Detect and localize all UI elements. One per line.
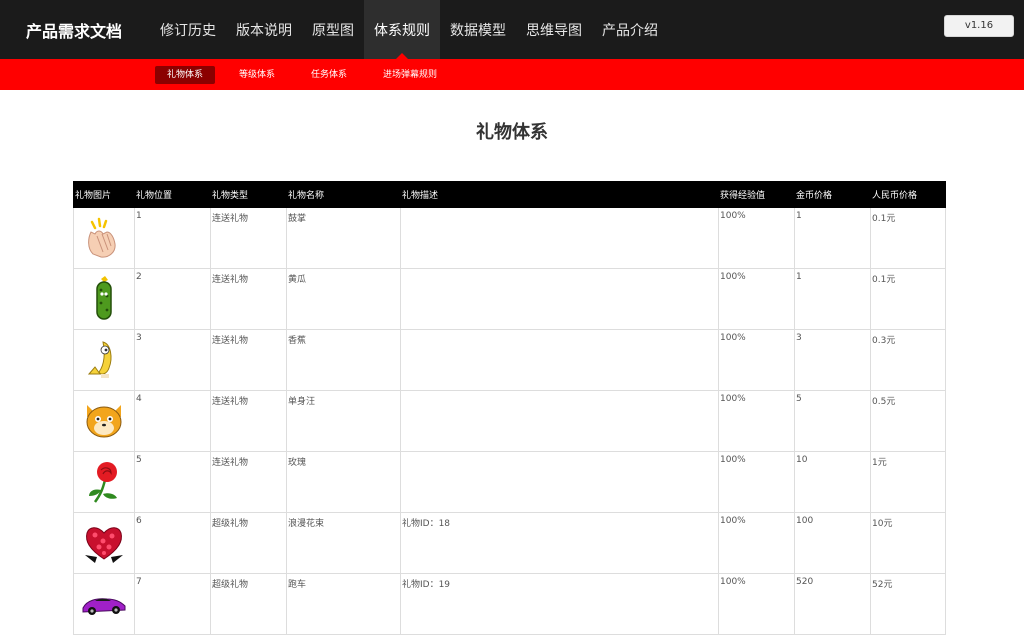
gift-position: 1 <box>134 207 211 269</box>
gift-position: 4 <box>134 390 211 452</box>
sub-nav: 礼物体系 等级体系 任务体系 进场弹幕规则 <box>155 66 461 84</box>
gift-image-cell <box>73 329 135 391</box>
gift-name: 玫瑰 <box>286 451 401 513</box>
top-navbar: 产品需求文档 修订历史 版本说明 原型图 体系规则 数据模型 思维导图 产品介绍… <box>0 0 1024 59</box>
gift-exp: 100% <box>718 390 795 452</box>
gift-table: 礼物图片 礼物位置 礼物类型 礼物名称 礼物描述 获得经验值 金币价格 人民币价… <box>73 181 946 635</box>
subnav-gift-system[interactable]: 礼物体系 <box>155 66 216 84</box>
gift-rmb-price: 10元 <box>870 512 946 574</box>
gift-coin-price: 100 <box>794 512 871 574</box>
gift-rmb-price: 0.1元 <box>870 268 946 330</box>
version-button[interactable]: v1.16 <box>944 15 1014 37</box>
gift-exp: 100% <box>718 329 795 391</box>
gift-type: 超级礼物 <box>210 573 287 635</box>
gift-rmb-price: 1元 <box>870 451 946 513</box>
gift-type: 连送礼物 <box>210 268 287 330</box>
col-header-position: 礼物位置 <box>134 181 211 208</box>
gift-image-cell <box>73 512 135 574</box>
gift-description <box>400 451 719 513</box>
gift-exp: 100% <box>718 268 795 330</box>
gift-type: 连送礼物 <box>210 207 287 269</box>
nav-item-system-rules[interactable]: 体系规则 <box>364 0 440 59</box>
gift-type: 连送礼物 <box>210 329 287 391</box>
gift-position: 7 <box>134 573 211 635</box>
nav-item-data-model[interactable]: 数据模型 <box>440 0 516 59</box>
col-header-image: 礼物图片 <box>73 181 135 208</box>
gift-name: 单身汪 <box>286 390 401 452</box>
gift-name: 鼓掌 <box>286 207 401 269</box>
gift-description <box>400 268 719 330</box>
banana-icon <box>87 340 112 378</box>
gift-rmb-price: 0.5元 <box>870 390 946 452</box>
gift-image-cell <box>73 451 135 513</box>
col-header-description: 礼物描述 <box>400 181 719 208</box>
gift-description <box>400 390 719 452</box>
table-row: 6 超级礼物 浪漫花束 礼物ID：18 100% 100 10元 <box>73 512 946 574</box>
table-row: 4 连送礼物 单身汪 100% 5 0.5元 <box>73 390 946 452</box>
brand-title[interactable]: 产品需求文档 <box>26 18 122 42</box>
gift-coin-price: 3 <box>794 329 871 391</box>
gift-image-cell <box>73 573 135 635</box>
gift-coin-price: 10 <box>794 451 871 513</box>
cucumber-icon <box>96 275 112 320</box>
gift-type: 连送礼物 <box>210 451 287 513</box>
gift-coin-price: 1 <box>794 207 871 269</box>
nav-item-product-intro[interactable]: 产品介绍 <box>592 0 668 59</box>
table-row: 1 连送礼物 鼓掌 100% 1 0.1元 <box>73 207 946 269</box>
gift-position: 6 <box>134 512 211 574</box>
table-row: 7 超级礼物 跑车 礼物ID：19 100% 520 52元 <box>73 573 946 635</box>
nav-item-prototype[interactable]: 原型图 <box>302 0 364 59</box>
gift-name: 黄瓜 <box>286 268 401 330</box>
gift-coin-price: 1 <box>794 268 871 330</box>
gift-name: 跑车 <box>286 573 401 635</box>
single-dog-icon <box>86 404 122 437</box>
col-header-coin-price: 金币价格 <box>794 181 871 208</box>
nav-item-version-notes[interactable]: 版本说明 <box>226 0 302 59</box>
nav-item-revision-history[interactable]: 修订历史 <box>150 0 226 59</box>
gift-image-cell <box>73 207 135 269</box>
heart-bouquet-icon <box>85 526 123 563</box>
gift-type: 连送礼物 <box>210 390 287 452</box>
gift-position: 2 <box>134 268 211 330</box>
subnav-entry-danmaku-rules[interactable]: 进场弹幕规则 <box>371 66 449 84</box>
nav-item-mind-map[interactable]: 思维导图 <box>516 0 592 59</box>
gift-coin-price: 5 <box>794 390 871 452</box>
gift-description <box>400 207 719 269</box>
table-row: 2 连送礼物 黄瓜 100% 1 0.1元 <box>73 268 946 330</box>
col-header-rmb-price: 人民币价格 <box>870 181 946 208</box>
gift-description <box>400 329 719 391</box>
sports-car-icon <box>82 597 126 615</box>
gift-image-cell <box>73 268 135 330</box>
table-header-row: 礼物图片 礼物位置 礼物类型 礼物名称 礼物描述 获得经验值 金币价格 人民币价… <box>73 181 946 208</box>
page-title: 礼物体系 <box>476 122 548 143</box>
subnav-level-system[interactable]: 等级体系 <box>227 66 287 84</box>
gift-rmb-price: 0.1元 <box>870 207 946 269</box>
main-nav: 修订历史 版本说明 原型图 体系规则 数据模型 思维导图 产品介绍 <box>150 0 668 59</box>
gift-name: 香蕉 <box>286 329 401 391</box>
table-row: 5 连送礼物 玫瑰 100% 10 1元 <box>73 451 946 513</box>
gift-description: 礼物ID：18 <box>400 512 719 574</box>
gift-type: 超级礼物 <box>210 512 287 574</box>
gift-exp: 100% <box>718 451 795 513</box>
col-header-type: 礼物类型 <box>210 181 287 208</box>
gift-description: 礼物ID：19 <box>400 573 719 635</box>
gift-exp: 100% <box>718 573 795 635</box>
subnav-task-system[interactable]: 任务体系 <box>299 66 359 84</box>
col-header-exp: 获得经验值 <box>718 181 795 208</box>
table-row: 3 连送礼物 香蕉 100% 3 0.3元 <box>73 329 946 391</box>
clapping-hands-icon <box>88 217 116 258</box>
gift-position: 3 <box>134 329 211 391</box>
gift-coin-price: 520 <box>794 573 871 635</box>
gift-image-cell <box>73 390 135 452</box>
gift-exp: 100% <box>718 207 795 269</box>
gift-position: 5 <box>134 451 211 513</box>
rose-icon <box>89 461 117 503</box>
gift-rmb-price: 0.3元 <box>870 329 946 391</box>
gift-table-container: 礼物图片 礼物位置 礼物类型 礼物名称 礼物描述 获得经验值 金币价格 人民币价… <box>73 181 946 635</box>
gift-rmb-price: 52元 <box>870 573 946 635</box>
gift-exp: 100% <box>718 512 795 574</box>
col-header-name: 礼物名称 <box>286 181 401 208</box>
gift-name: 浪漫花束 <box>286 512 401 574</box>
sub-navbar: 礼物体系 等级体系 任务体系 进场弹幕规则 <box>0 59 1024 90</box>
